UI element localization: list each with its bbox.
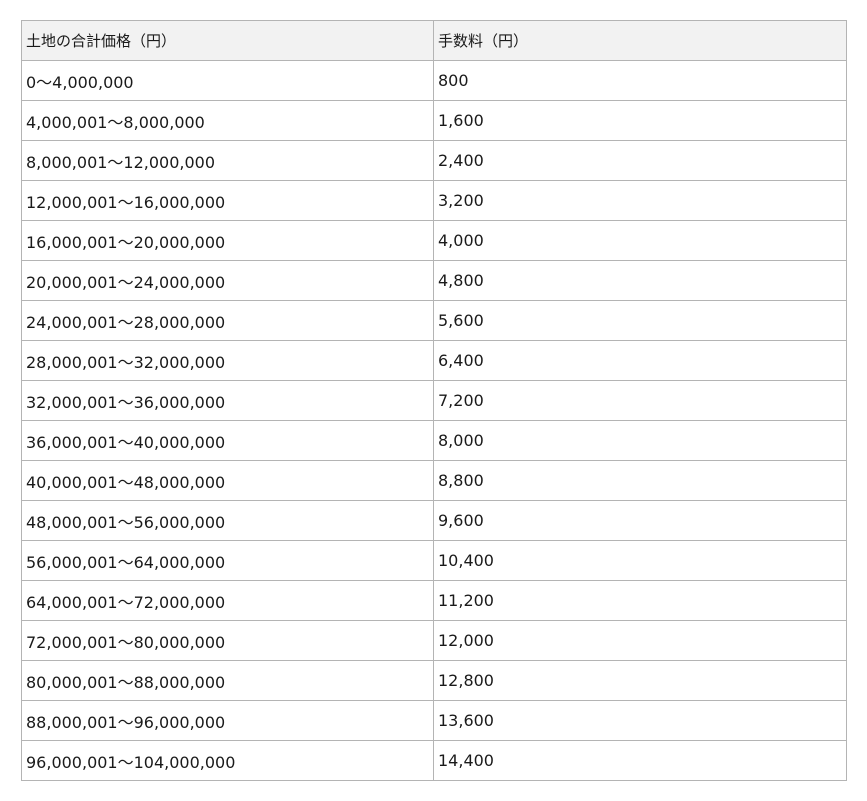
fee-cell: 11,200 [433,580,847,621]
table-row: 28,000,001～32,000,000 6,400 [21,340,847,381]
table-row: 48,000,001～56,000,000 9,600 [21,500,847,541]
land-price-range-cell: 4,000,001～8,000,000 [21,100,434,141]
land-price-range-cell: 72,000,001～80,000,000 [21,620,434,661]
table-row: 16,000,001～20,000,000 4,000 [21,220,847,261]
fee-cell: 8,800 [433,460,847,501]
table-row: 32,000,001～36,000,000 7,200 [21,380,847,421]
land-price-range-cell: 32,000,001～36,000,000 [21,380,434,421]
land-price-range-cell: 88,000,001～96,000,000 [21,700,434,741]
land-price-range-cell: 96,000,001～104,000,000 [21,740,434,781]
fee-cell: 3,200 [433,180,847,221]
table-row: 80,000,001～88,000,000 12,800 [21,660,847,701]
land-price-range-cell: 8,000,001～12,000,000 [21,140,434,181]
table-row: 36,000,001～40,000,000 8,000 [21,420,847,461]
land-price-range-cell: 16,000,001～20,000,000 [21,220,434,261]
fee-cell: 800 [433,60,847,101]
table-body: 0～4,000,000 800 4,000,001～8,000,000 1,600 8,… [21,60,847,781]
table-row: 56,000,001～64,000,000 10,400 [21,540,847,581]
fee-cell: 1,600 [433,100,847,141]
land-price-range-cell: 64,000,001～72,000,000 [21,580,434,621]
land-price-range-cell: 24,000,001～28,000,000 [21,300,434,341]
fee-cell: 9,600 [433,500,847,541]
fee-cell: 7,200 [433,380,847,421]
land-price-range-cell: 80,000,001～88,000,000 [21,660,434,701]
land-price-range-cell: 0～4,000,000 [21,60,434,101]
table-row: 96,000,001～104,000,000 14,400 [21,740,847,781]
fee-cell: 2,400 [433,140,847,181]
land-price-range-cell: 28,000,001～32,000,000 [21,340,434,381]
fee-cell: 4,000 [433,220,847,261]
fee-cell: 12,800 [433,660,847,701]
land-price-range-cell: 40,000,001～48,000,000 [21,460,434,501]
fee-cell: 4,800 [433,260,847,301]
fee-cell: 12,000 [433,620,847,661]
table-row: 4,000,001～8,000,000 1,600 [21,100,847,141]
table-row: 40,000,001～48,000,000 8,800 [21,460,847,501]
fee-cell: 6,400 [433,340,847,381]
table-row: 8,000,001～12,000,000 2,400 [21,140,847,181]
table-row: 24,000,001～28,000,000 5,600 [21,300,847,341]
table-row: 88,000,001～96,000,000 13,600 [21,700,847,741]
fee-cell: 13,600 [433,700,847,741]
table-row: 72,000,001～80,000,000 12,000 [21,620,847,661]
table-row: 64,000,001～72,000,000 11,200 [21,580,847,621]
header-row: 土地の合計価格（円） 手数料（円） [21,20,847,61]
land-price-range-cell: 48,000,001～56,000,000 [21,500,434,541]
table-row: 0～4,000,000 800 [21,60,847,101]
table-row: 20,000,001～24,000,000 4,800 [21,260,847,301]
fee-cell: 14,400 [433,740,847,781]
table-row: 12,000,001～16,000,000 3,200 [21,180,847,221]
fee-table: 土地の合計価格（円） 手数料（円） 0～4,000,000 800 4,000,00… [21,20,847,781]
fee-cell: 10,400 [433,540,847,581]
land-price-range-cell: 20,000,001～24,000,000 [21,260,434,301]
land-price-range-cell: 56,000,001～64,000,000 [21,540,434,581]
header-fee: 手数料（円） [433,20,847,61]
header-land-price: 土地の合計価格（円） [21,20,434,61]
fee-cell: 5,600 [433,300,847,341]
land-price-range-cell: 36,000,001～40,000,000 [21,420,434,461]
land-price-range-cell: 12,000,001～16,000,000 [21,180,434,221]
fee-cell: 8,000 [433,420,847,461]
table-header: 土地の合計価格（円） 手数料（円） [21,20,847,61]
